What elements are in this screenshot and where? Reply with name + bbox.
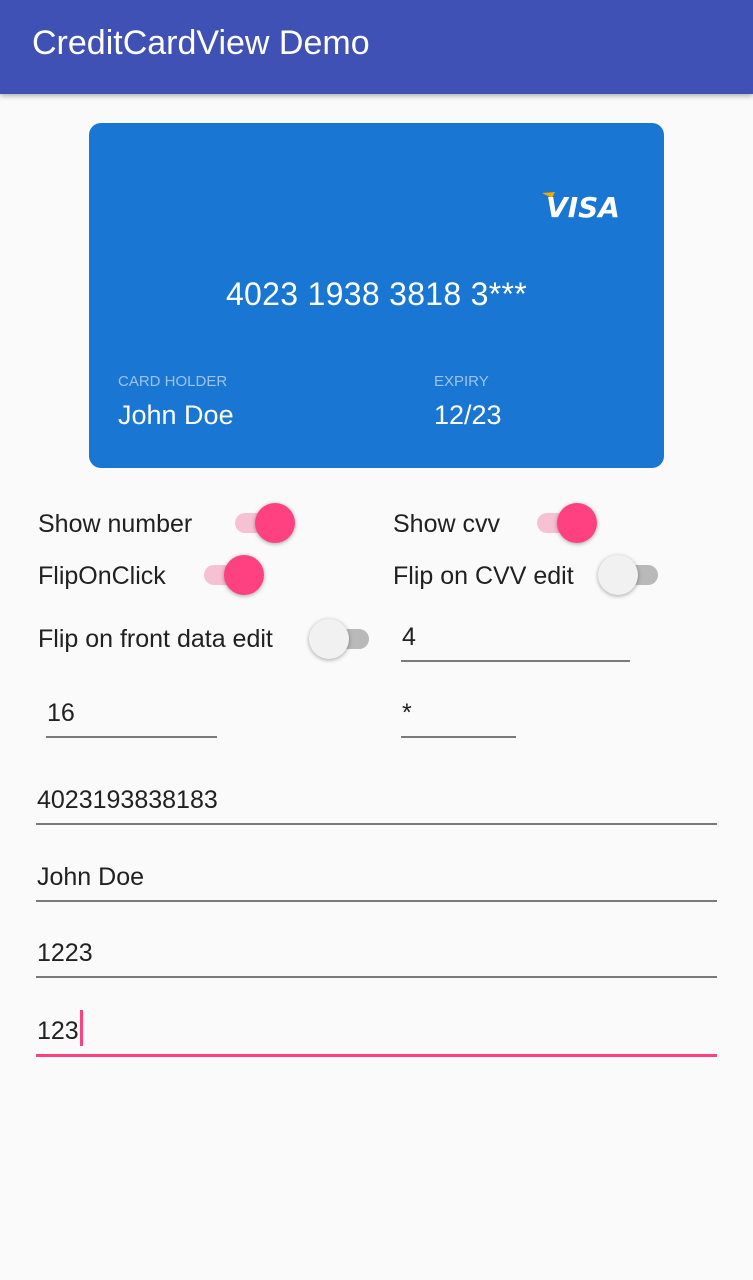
card-holder-value: John Doe xyxy=(118,400,234,430)
switch-thumb xyxy=(255,503,295,543)
mask-char-value: * xyxy=(402,699,412,727)
show-number-switch[interactable] xyxy=(231,501,295,545)
show-number-label: Show number xyxy=(38,510,193,538)
card-number-value: 4023193838183 xyxy=(37,786,218,814)
group-size-input[interactable]: 4 xyxy=(401,610,630,662)
max-length-input[interactable]: 16 xyxy=(46,686,217,738)
flip-on-front-data-edit-label: Flip on front data edit xyxy=(38,625,273,653)
app-bar: CreditCardView Demo xyxy=(0,0,753,94)
card-holder-input-value: John Doe xyxy=(37,863,145,891)
visa-logo-text: VISA xyxy=(546,191,620,221)
cvv-input-value: 123 xyxy=(37,1017,79,1045)
card-number-display: 4023 1938 3818 3*** xyxy=(225,276,528,312)
expiry-value: 12/23 xyxy=(434,400,502,430)
card-holder-label: CARD HOLDER xyxy=(118,373,228,390)
max-length-value: 16 xyxy=(47,699,75,727)
mask-char-input[interactable]: * xyxy=(401,686,516,738)
expiry-input-value: 1223 xyxy=(37,939,93,967)
expiry-label: EXPIRY xyxy=(434,373,489,390)
flip-on-click-label: FlipOnClick xyxy=(38,562,166,590)
visa-logo-icon: VISA xyxy=(542,191,620,221)
flip-on-cvv-edit-switch[interactable] xyxy=(598,553,662,597)
expiry-input[interactable]: 1223 xyxy=(36,925,717,978)
switch-thumb xyxy=(224,555,264,595)
flip-on-front-data-edit-switch[interactable] xyxy=(309,617,373,661)
card-number-input[interactable]: 4023193838183 xyxy=(36,772,717,825)
card-holder-input[interactable]: John Doe xyxy=(36,849,717,902)
group-size-value: 4 xyxy=(402,623,416,651)
cvv-input[interactable]: 123 xyxy=(36,1002,717,1057)
show-cvv-switch[interactable] xyxy=(533,501,597,545)
credit-card[interactable]: VISA 4023 1938 3818 3*** CARD HOLDER Joh… xyxy=(89,123,664,468)
switch-thumb xyxy=(557,503,597,543)
cvv-input-wrap: 123 xyxy=(37,1010,83,1046)
show-cvv-label: Show cvv xyxy=(393,510,500,538)
text-cursor xyxy=(79,1010,83,1046)
switch-thumb xyxy=(598,555,638,595)
app-title: CreditCardView Demo xyxy=(32,24,370,62)
flip-on-cvv-edit-label: Flip on CVV edit xyxy=(393,562,574,590)
switch-thumb xyxy=(309,619,349,659)
flip-on-click-switch[interactable] xyxy=(200,553,264,597)
